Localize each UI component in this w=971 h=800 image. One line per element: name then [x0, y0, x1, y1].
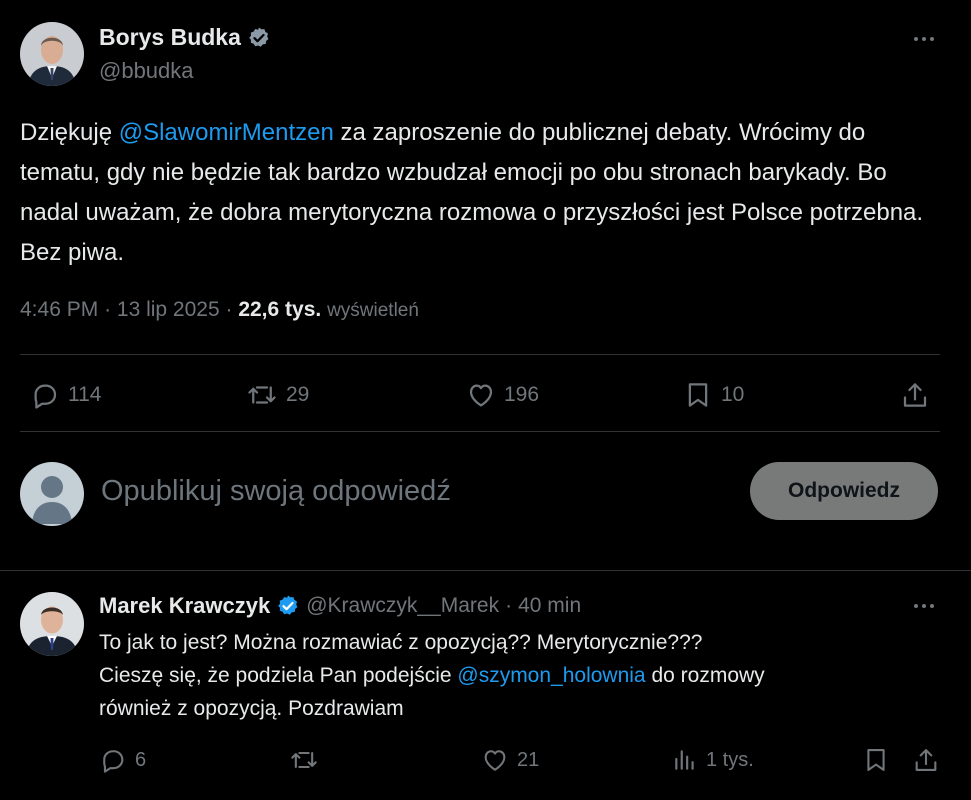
like-button[interactable]: 21 — [481, 746, 539, 774]
mention-link[interactable]: @szymon_holownia — [457, 664, 645, 687]
bookmark-button[interactable] — [862, 746, 890, 774]
like-button[interactable]: 196 — [466, 380, 539, 410]
reply-icon — [103, 750, 124, 773]
divider — [20, 354, 940, 355]
share-icon — [915, 749, 937, 771]
like-count: 21 — [517, 748, 540, 771]
verified-badge-icon — [247, 26, 271, 50]
divider — [20, 431, 940, 432]
share-button[interactable] — [900, 380, 930, 410]
reply-author-avatar[interactable] — [20, 592, 84, 656]
bookmark-icon — [867, 749, 885, 771]
like-icon — [484, 750, 506, 771]
reply-text-part: do rozmowy — [645, 664, 765, 687]
reply-text-line: również z opozycją. Pozdrawiam — [99, 697, 404, 720]
divider — [0, 570, 971, 571]
views-count: 1 tys. — [706, 748, 754, 771]
reply-count: 114 — [68, 383, 102, 406]
reply-text: To jak to jest? Można rozmawiać z opozyc… — [99, 626, 939, 725]
reply-author-name[interactable]: Marek Krawczyk — [99, 593, 270, 619]
reply-text-line: To jak to jest? Można rozmawiać z opozyc… — [99, 631, 703, 654]
mention-link[interactable]: @SlawomirMentzen — [119, 119, 334, 146]
reply-icon — [34, 384, 57, 409]
views-count: 22,6 tys. — [238, 298, 322, 321]
reply-input[interactable]: Opublikuj swoją odpowiedź — [101, 475, 451, 508]
bookmark-icon — [688, 383, 708, 407]
author-name[interactable]: Borys Budka — [99, 24, 241, 51]
reply-submit-label: Odpowiedz — [788, 479, 900, 502]
like-icon — [469, 384, 493, 407]
default-avatar-icon — [20, 462, 84, 526]
views-label: wyświetleń — [327, 300, 419, 321]
tweet-time[interactable]: 4:46 PM — [20, 298, 98, 321]
reply-count: 6 — [135, 748, 147, 771]
more-icon[interactable] — [914, 604, 934, 608]
reply-text-line: Cieszę się, że podziela Pan podejście @s… — [99, 659, 939, 692]
author-handle[interactable]: @bbudka — [99, 58, 194, 84]
reply-submit-button[interactable]: Odpowiedz — [750, 462, 938, 520]
like-count: 196 — [504, 383, 540, 406]
reply-author-handle[interactable]: @Krawczyk__Marek — [306, 594, 499, 618]
repost-button[interactable]: 29 — [246, 380, 309, 410]
tweet-text-part: Dziękuję — [20, 119, 119, 146]
repost-count: 29 — [286, 383, 310, 406]
reply-button[interactable]: 114 — [30, 380, 101, 410]
tweet-meta: 4:46 PM · 13 lip 2025 · 22,6 tys. wyświe… — [20, 298, 419, 321]
bookmark-button[interactable]: 10 — [683, 380, 744, 410]
share-icon — [903, 383, 927, 407]
author-avatar-image — [20, 22, 84, 86]
views-icon — [675, 750, 694, 770]
tweet-date[interactable]: 13 lip 2025 — [117, 298, 220, 321]
more-icon[interactable] — [914, 37, 934, 41]
repost-icon — [248, 386, 276, 404]
reply-button[interactable]: 6 — [99, 746, 146, 774]
reply-time[interactable]: 40 min — [518, 594, 581, 618]
repost-icon — [291, 751, 317, 769]
author-avatar[interactable] — [20, 22, 84, 86]
bookmark-count: 10 — [721, 383, 745, 406]
tweet-text: Dziękuję @SlawomirMentzen za zaproszenie… — [20, 113, 940, 273]
verified-badge-icon — [276, 594, 300, 618]
reply-text-part: Cieszę się, że podziela Pan podejście — [99, 664, 458, 687]
repost-button[interactable] — [289, 746, 327, 774]
share-button[interactable] — [912, 746, 940, 774]
reply-author-avatar-image — [20, 592, 84, 656]
views-button[interactable]: 1 tys. — [672, 746, 754, 774]
